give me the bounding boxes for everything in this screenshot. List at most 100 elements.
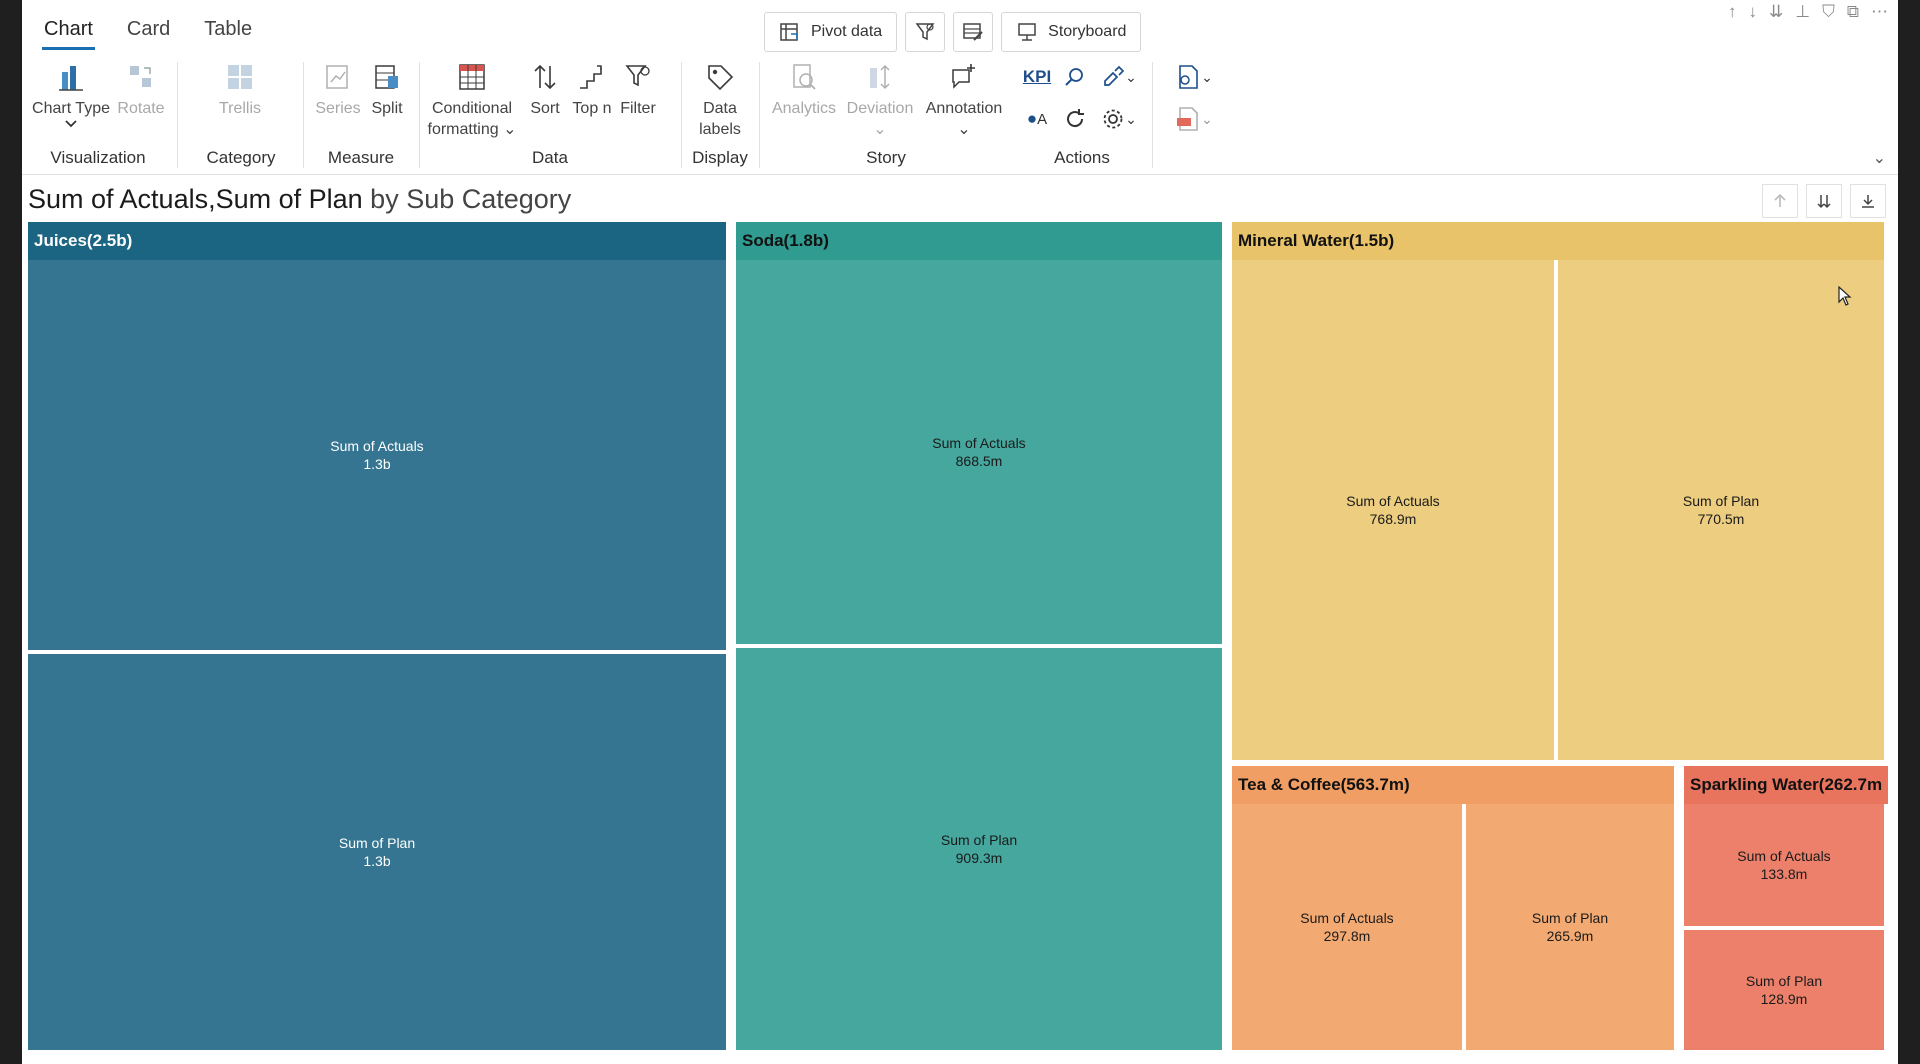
treemap-cell-soda-actuals[interactable]: Sum of Actuals 868.5m [736, 260, 1222, 644]
treemap-cell-sparkling-actuals[interactable]: Sum of Actuals 133.8m [1684, 804, 1884, 926]
pivot-data-button[interactable]: Pivot data [764, 12, 898, 52]
settings-button[interactable]: ⌄ [1096, 104, 1142, 134]
annotation-button[interactable]: Annotation ⌄ [920, 62, 1008, 140]
analytics-label: Analytics [771, 100, 837, 117]
paint-brush-icon [1104, 65, 1125, 86]
drill-down-icon[interactable]: ↓ [1749, 2, 1758, 22]
filter-settings-button[interactable] [905, 12, 946, 52]
treemap-group-sparkling-water[interactable]: Sparkling Water(262.7m Sum of Actuals 13… [1684, 766, 1888, 1050]
treemap-group-juices[interactable]: Juices(2.5b) Sum of Actuals 1.3b Sum of … [28, 222, 726, 1050]
drill-down-button[interactable] [1850, 184, 1886, 218]
chevron-down-icon: ⌄ [873, 121, 887, 138]
ribbon: Chart Type Rotate Visualization Trellis … [22, 56, 1898, 175]
split-icon [375, 65, 398, 89]
table-edit-icon [963, 23, 983, 41]
story-group: Analytics Deviation ⌄ Annotation ⌄ Story [762, 56, 1010, 174]
chart-type-label: Chart Type [32, 100, 110, 117]
chevron-down-icon: ⌄ [1201, 110, 1213, 127]
treemap-header-sparkling-water: Sparkling Water(262.7m [1684, 766, 1888, 804]
edit-table-button[interactable] [953, 12, 994, 52]
treemap-cell-soda-plan[interactable]: Sum of Plan 909.3m [736, 648, 1222, 1050]
treemap-cell-mineral-actuals[interactable]: Sum of Actuals 768.9m [1232, 260, 1554, 760]
storyboard-icon [1018, 23, 1036, 41]
hierarchy-down-icon [1862, 195, 1874, 208]
filter-button[interactable]: Filter [618, 62, 658, 119]
export-group: ⌄ ⌄ [1156, 56, 1226, 174]
series-icon [326, 65, 348, 89]
gear-icon [1103, 109, 1123, 129]
drill-controls [1762, 184, 1886, 218]
measure-group: Series Split Measure [306, 56, 416, 174]
storyboard-button[interactable]: Storyboard [1001, 12, 1142, 52]
cell-value: 768.9m [1369, 511, 1417, 527]
top-n-button[interactable]: Top n [570, 62, 614, 119]
filter-icon[interactable]: ⛉ [1822, 2, 1835, 22]
dot-icon: ● [1026, 109, 1038, 128]
reset-button[interactable] [1060, 104, 1090, 134]
data-labels-button[interactable]: Data labels [690, 62, 750, 140]
deviation-label: Deviation [846, 100, 914, 117]
search-button[interactable] [1060, 62, 1090, 92]
drill-up-button[interactable] [1762, 184, 1798, 218]
treemap-cell-sparkling-plan[interactable]: Sum of Plan 128.9m [1684, 930, 1884, 1050]
series-button[interactable]: Series [314, 62, 362, 119]
treemap-group-soda[interactable]: Soda(1.8b) Sum of Actuals 868.5m Sum of … [736, 222, 1222, 1050]
drill-up-icon[interactable]: ↑ [1728, 2, 1737, 22]
visualization-group: Chart Type Rotate Visualization [22, 56, 174, 174]
tab-chart[interactable]: Chart [42, 14, 95, 50]
chart-type-button[interactable]: Chart Type [32, 62, 110, 129]
funnel-gear-icon [915, 23, 935, 41]
cell-measure-label: Sum of Actuals [932, 435, 1026, 451]
treemap-header-tea-coffee: Tea & Coffee(563.7m) [1232, 766, 1674, 804]
cell-measure-label: Sum of Plan [1682, 493, 1760, 509]
collapse-ribbon-icon[interactable]: ⌄ [1873, 148, 1886, 168]
bar-chart-icon [59, 66, 83, 91]
conditional-formatting-button[interactable]: Conditional formatting ⌄ [424, 62, 520, 140]
conditional-label-1: Conditional [431, 100, 513, 117]
split-button[interactable]: Split [364, 62, 410, 119]
kpi-button[interactable]: KPI [1020, 62, 1054, 92]
tab-card[interactable]: Card [125, 14, 172, 50]
actions-group-label: Actions [1054, 148, 1110, 167]
treemap-cell-juices-plan[interactable]: Sum of Plan 1.3b [28, 654, 726, 1050]
search-icon [1065, 68, 1083, 86]
treemap-cell-tea-plan[interactable]: Sum of Plan 265.9m [1466, 804, 1674, 1050]
analytics-button[interactable]: Analytics [768, 62, 840, 119]
chart-title-measures: Sum of Actuals,Sum of Plan [28, 184, 363, 214]
export-settings-button[interactable]: ⌄ [1166, 62, 1222, 92]
export-pdf-button[interactable]: ⌄ [1166, 104, 1222, 134]
sort-icon [534, 64, 556, 90]
sort-button[interactable]: Sort [526, 62, 564, 119]
treemap-cell-tea-actuals[interactable]: Sum of Actuals 297.8m [1232, 804, 1462, 1050]
treemap-cell-mineral-plan[interactable]: Sum of Plan 770.5m [1558, 260, 1884, 760]
cell-measure-label: Sum of Actuals [1346, 493, 1440, 509]
rotate-button[interactable]: Rotate [114, 62, 168, 119]
legend-toggle-button[interactable]: ● A [1020, 104, 1054, 134]
treemap-group-tea-coffee[interactable]: Tea & Coffee(563.7m) Sum of Actuals 297.… [1232, 766, 1674, 1050]
display-group: Data labels Display [684, 56, 756, 174]
cell-measure-label: Sum of Actuals [330, 438, 424, 454]
trellis-button[interactable]: Trellis [210, 62, 270, 119]
data-group-label: Data [532, 148, 568, 167]
expand-all-icon[interactable]: ⇊ [1769, 2, 1783, 22]
treemap-cell-juices-actuals[interactable]: Sum of Actuals 1.3b [28, 260, 726, 650]
treemap-group-mineral-water[interactable]: Mineral Water(1.5b) Sum of Actuals 768.9… [1232, 222, 1884, 760]
expand-next-level-button[interactable] [1806, 184, 1842, 218]
ribbon-divider [177, 62, 178, 168]
arrow-up-icon [1774, 193, 1786, 207]
treemap: Juices(2.5b) Sum of Actuals 1.3b Sum of … [28, 222, 1888, 1052]
data-labels-label-1: Data [703, 100, 737, 117]
ribbon-divider [303, 62, 304, 168]
more-options-icon[interactable]: ⋯ [1871, 2, 1888, 22]
left-window-border [0, 0, 22, 1064]
filter-icon [625, 65, 650, 87]
cell-value: 297.8m [1323, 928, 1371, 944]
focus-mode-icon[interactable]: ⧉ [1847, 2, 1859, 22]
ribbon-divider [681, 62, 682, 168]
pivot-data-label: Pivot data [811, 23, 883, 40]
deviation-button[interactable]: Deviation ⌄ [844, 62, 916, 140]
format-brush-button[interactable]: ⌄ [1096, 62, 1142, 92]
hierarchy-icon[interactable]: ⊥ [1795, 2, 1810, 22]
document-gear-icon [1179, 65, 1198, 89]
tab-table[interactable]: Table [202, 14, 254, 50]
